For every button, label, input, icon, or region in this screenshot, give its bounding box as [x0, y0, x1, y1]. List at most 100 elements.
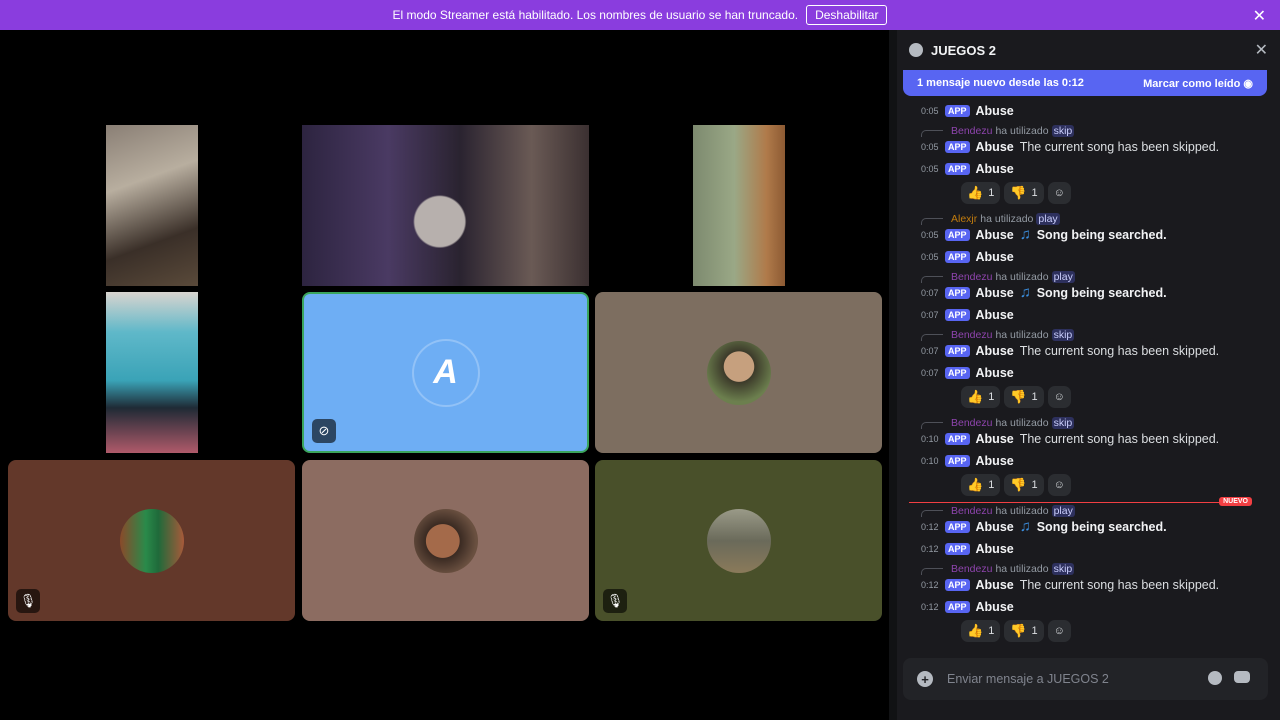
- message: 0:12 APP Abuse ♫ Song being searched.: [921, 519, 1167, 534]
- message: 0:05 APP Abuse ♫ Song being searched.: [921, 227, 1167, 242]
- avatar: A: [413, 340, 478, 405]
- reaction-thumbs-down[interactable]: 👎 1: [1004, 474, 1044, 496]
- timestamp: 0:05: [921, 230, 939, 240]
- avatar: [706, 508, 771, 573]
- command-reference[interactable]: Bendezu ha utilizado skip: [921, 328, 1075, 341]
- command-reference[interactable]: Bendezu ha utilizado play: [921, 270, 1075, 283]
- command-reference[interactable]: Bendezu ha utilizado skip: [921, 416, 1075, 429]
- author-name[interactable]: Abuse: [976, 162, 1014, 176]
- reaction-thumbs-down[interactable]: 👎 1: [1004, 386, 1044, 408]
- author-name[interactable]: Abuse: [976, 104, 1014, 118]
- used-text: ha utilizado: [995, 416, 1049, 429]
- participant-tile-speaking[interactable]: A ⊘: [302, 292, 589, 453]
- author-name[interactable]: Abuse: [976, 520, 1014, 534]
- avatar-letter: A: [433, 353, 458, 391]
- author-name[interactable]: Abuse: [976, 454, 1014, 468]
- mark-read-button[interactable]: Marcar como leído ◉: [1143, 77, 1253, 90]
- reaction-thumbs-down[interactable]: 👎 1: [1004, 182, 1044, 204]
- thumbs-down-icon: 👎: [1010, 623, 1027, 638]
- author-name[interactable]: Abuse: [976, 140, 1014, 154]
- disable-streamer-button[interactable]: Deshabilitar: [806, 5, 888, 25]
- emoji-icon: ☺: [1053, 479, 1065, 491]
- add-reaction-button[interactable]: ☺: [1047, 474, 1071, 496]
- emoji-picker-icon[interactable]: [1208, 671, 1222, 685]
- reaction-thumbs-up[interactable]: 👍 1: [961, 386, 1001, 408]
- reaction-thumbs-up[interactable]: 👍 1: [961, 474, 1001, 496]
- command-name: play: [1051, 504, 1075, 517]
- message: 0:12 APP Abuse: [921, 542, 1020, 556]
- author-name[interactable]: Abuse: [976, 600, 1014, 614]
- video-tile[interactable]: [302, 125, 589, 286]
- add-reaction-button[interactable]: ☺: [1047, 182, 1071, 204]
- command-reference[interactable]: Bendezu ha utilizado skip: [921, 124, 1075, 137]
- used-text: ha utilizado: [995, 124, 1049, 137]
- timestamp: 0:05: [921, 106, 939, 116]
- add-reaction-button[interactable]: ☺: [1047, 386, 1071, 408]
- new-messages-divider: NUEVO: [909, 497, 1252, 506]
- command-name: skip: [1051, 328, 1075, 341]
- author-name[interactable]: Abuse: [976, 542, 1014, 556]
- message: 0:10 APP Abuse The current song has been…: [921, 432, 1219, 446]
- author-name[interactable]: Abuse: [976, 228, 1014, 242]
- app-badge: APP: [945, 579, 970, 591]
- message: 0:05 APP Abuse: [921, 162, 1020, 176]
- participant-tile[interactable]: 🎙: [8, 460, 295, 621]
- command-name: skip: [1051, 416, 1075, 429]
- message-text: The current song has been skipped.: [1019, 140, 1220, 154]
- message: 0:05 APP Abuse: [921, 250, 1020, 264]
- author-name[interactable]: Abuse: [976, 344, 1014, 358]
- timestamp: 0:05: [921, 164, 939, 174]
- panel-divider[interactable]: [889, 30, 897, 720]
- timestamp: 0:10: [921, 434, 939, 444]
- message-list: 0:05 APP Abuse Bendezu ha utilizado skip…: [897, 96, 1280, 656]
- participant-tile[interactable]: 🎙: [595, 460, 882, 621]
- gamepad-icon[interactable]: [1234, 671, 1250, 683]
- app-badge: APP: [945, 521, 970, 533]
- author-name[interactable]: Abuse: [976, 308, 1014, 322]
- plus-icon[interactable]: +: [917, 671, 933, 687]
- app-badge: APP: [945, 601, 970, 613]
- message: 0:05 APP Abuse: [921, 104, 1020, 118]
- close-panel-icon[interactable]: ✕: [1255, 40, 1268, 60]
- new-messages-text: 1 mensaje nuevo desde las 0:12: [917, 77, 1084, 89]
- thumbs-up-icon: 👍: [967, 623, 984, 638]
- message-text: Song being searched.: [1036, 228, 1167, 242]
- timestamp: 0:10: [921, 456, 939, 466]
- new-messages-bar[interactable]: 1 mensaje nuevo desde las 0:12 Marcar co…: [903, 70, 1267, 96]
- video-tile[interactable]: [106, 125, 198, 286]
- command-reference[interactable]: Bendezu ha utilizado skip: [921, 562, 1075, 575]
- message-text: Song being searched.: [1036, 520, 1167, 534]
- author-name[interactable]: Abuse: [976, 286, 1014, 300]
- author-name[interactable]: Abuse: [976, 432, 1014, 446]
- reaction-thumbs-up[interactable]: 👍 1: [961, 182, 1001, 204]
- thumbs-down-icon: 👎: [1010, 389, 1027, 404]
- reaction-thumbs-up[interactable]: 👍 1: [961, 620, 1001, 642]
- streamer-mode-banner: El modo Streamer está habilitado. Los no…: [0, 0, 1280, 30]
- message-composer[interactable]: + Enviar mensaje a JUEGOS 2: [903, 658, 1268, 700]
- app-badge: APP: [945, 105, 970, 117]
- command-reference[interactable]: Bendezu ha utilizado play: [921, 504, 1075, 517]
- participant-tile[interactable]: [595, 292, 882, 453]
- author-name[interactable]: Abuse: [976, 578, 1014, 592]
- author-name[interactable]: Abuse: [976, 250, 1014, 264]
- timestamp: 0:07: [921, 310, 939, 320]
- timestamp: 0:05: [921, 252, 939, 262]
- message: 0:07 APP Abuse The current song has been…: [921, 344, 1219, 358]
- video-tile[interactable]: [693, 125, 785, 286]
- command-reference[interactable]: Alexjr ha utilizado play: [921, 212, 1060, 225]
- thumbs-up-icon: 👍: [967, 389, 984, 404]
- avatar: [413, 508, 478, 573]
- app-badge: APP: [945, 287, 970, 299]
- video-tile[interactable]: [106, 292, 198, 453]
- reaction-thumbs-down[interactable]: 👎 1: [1004, 620, 1044, 642]
- participant-tile[interactable]: [302, 460, 589, 621]
- reply-username: Bendezu: [951, 562, 993, 575]
- avatar: [119, 508, 184, 573]
- app-badge: APP: [945, 229, 970, 241]
- reply-username: Bendezu: [951, 328, 993, 341]
- timestamp: 0:07: [921, 288, 939, 298]
- app-badge: APP: [945, 309, 970, 321]
- close-icon[interactable]: ✕: [1253, 6, 1266, 26]
- add-reaction-button[interactable]: ☺: [1047, 620, 1071, 642]
- author-name[interactable]: Abuse: [976, 366, 1014, 380]
